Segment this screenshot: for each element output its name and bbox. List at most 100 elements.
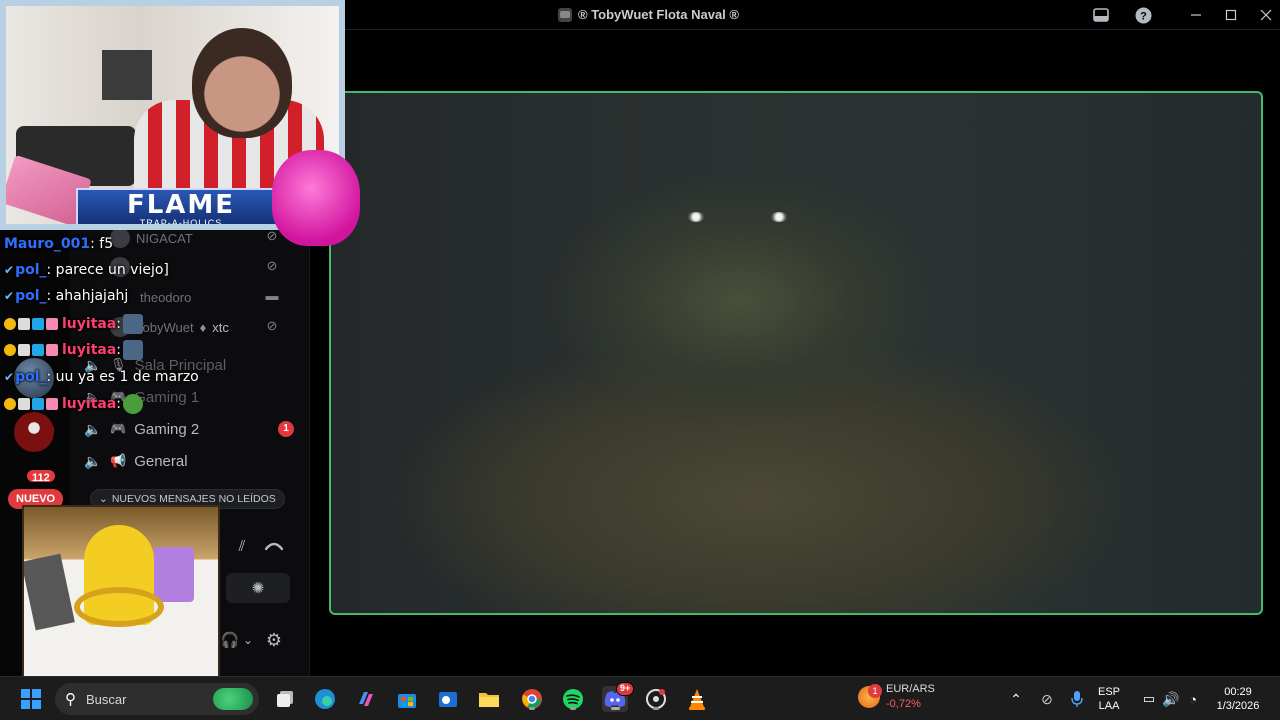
window-title-text: ® TobyWuet Flota Naval ® — [578, 7, 739, 22]
battery-icon[interactable]: ◔ — [1180, 686, 1206, 712]
stage-eye-right — [770, 212, 788, 222]
voice-user-name: xtc — [212, 319, 229, 335]
running-indicator — [570, 707, 576, 710]
chat-username: pol_ — [15, 369, 47, 385]
discord-notification-badge: 9+ — [616, 682, 635, 696]
speaker-icon: 🔈 — [84, 420, 102, 437]
task-view-icon[interactable] — [272, 686, 298, 712]
chat-message: luyitaa: — [4, 394, 143, 414]
badge-icon — [46, 344, 58, 356]
speaker-icon: 🔈 — [84, 452, 102, 469]
language-line1: ESP — [1098, 686, 1121, 698]
vlc-icon[interactable] — [684, 686, 710, 712]
store-icon[interactable] — [394, 686, 420, 712]
badge-icon — [32, 344, 44, 356]
verified-icon: ✔ — [4, 263, 15, 277]
stage-eye-left — [687, 212, 705, 222]
chat-username: Mauro_001 — [4, 236, 91, 252]
close-icon[interactable] — [1257, 6, 1275, 24]
outlook-icon[interactable] — [435, 686, 461, 712]
homer-overlay-image — [22, 505, 220, 681]
taskbar-search[interactable]: ⚲ Buscar — [55, 683, 259, 715]
inbox-icon[interactable] — [1092, 6, 1110, 24]
chat-separator: : — [116, 316, 121, 332]
badge-icon — [46, 398, 58, 410]
window-title: ® TobyWuet Flota Naval ® — [558, 7, 739, 22]
soundboard-icon[interactable]: ✺ — [226, 573, 290, 603]
voice-user-name: theodoro — [140, 289, 192, 305]
emote-icon — [123, 340, 143, 360]
mute-deafen-icon: ⊘ — [266, 258, 278, 273]
clock-date: 1/3/2026 — [1216, 700, 1260, 712]
sub-badge-icon — [4, 344, 16, 356]
chat-message: luyitaa: — [4, 314, 143, 334]
sub-badge-icon — [4, 318, 16, 330]
spotify-icon[interactable] — [560, 686, 586, 712]
clock-time: 00:29 — [1224, 686, 1252, 698]
windows-start-icon[interactable] — [18, 686, 44, 712]
homer-chain — [74, 587, 164, 627]
chat-message: luyitaa: — [4, 340, 143, 360]
flame-logo-text: FLAME — [126, 190, 236, 220]
chat-text: ahahjajahj — [51, 288, 129, 304]
channel-emoji: 📢 — [110, 453, 127, 468]
voice-user[interactable]: theodoro — [140, 285, 191, 309]
chat-message: ✔pol_: ahahjajahj — [4, 288, 128, 304]
language-line2: LAA — [1098, 700, 1120, 712]
chat-username: luyitaa — [62, 396, 117, 412]
clock[interactable]: 00:29 1/3/2026 — [1212, 685, 1264, 713]
minimize-icon[interactable] — [1187, 6, 1205, 24]
unread-badge: 1 — [278, 421, 294, 437]
obs-record-icon[interactable] — [643, 686, 669, 712]
sub-badge-icon — [4, 398, 16, 410]
channel-name: General — [134, 452, 188, 470]
channel-name: Gaming 1 — [134, 388, 200, 406]
chevron-up-icon[interactable]: ⌃ — [1003, 686, 1029, 712]
copilot-icon[interactable] — [353, 686, 379, 712]
edge-icon[interactable] — [312, 686, 338, 712]
voice-channel[interactable]: 🔈 📢 General — [80, 447, 302, 475]
frog-emote-icon — [123, 394, 143, 414]
file-explorer-icon[interactable] — [476, 686, 502, 712]
badge-icon — [18, 398, 30, 410]
search-highlight-icon — [213, 688, 253, 710]
currency-pair: EUR/ARS — [886, 683, 935, 695]
verified-icon: ✔ — [4, 370, 15, 384]
settings-gear-icon[interactable]: ⚙ — [258, 626, 290, 654]
flame-logo-subtext: TRAP-A-HOLICS — [139, 218, 223, 228]
voice-channel[interactable]: 🔈 🎮 Gaming 2 1 — [80, 415, 302, 443]
emote-icon — [123, 314, 143, 334]
chat-message: Mauro_001: f5 — [4, 236, 113, 252]
webcam-person-head — [192, 28, 292, 138]
help-icon[interactable]: ? — [1134, 6, 1152, 24]
chat-username: luyitaa — [62, 316, 117, 332]
noise-suppression-icon[interactable]: ⫽ — [226, 532, 258, 560]
taskbar: ⚲ Buscar 9+ 1 EUR/ARS -0,72% ⌃ ⊘ ESP LAA… — [0, 676, 1280, 720]
chat-badges — [4, 398, 58, 410]
video-stage[interactable] — [329, 91, 1263, 615]
chat-badges — [4, 344, 58, 356]
voice-user-name: NIGACAT — [136, 230, 193, 246]
running-indicator — [529, 707, 535, 710]
chrome-icon[interactable] — [519, 686, 545, 712]
pink-buddha-sticker — [272, 150, 360, 246]
chat-username: pol_ — [15, 288, 47, 304]
microphone-icon[interactable] — [1064, 686, 1090, 712]
server-avatar[interactable] — [14, 412, 54, 452]
maximize-icon[interactable] — [1222, 6, 1240, 24]
svg-text:?: ? — [1140, 10, 1147, 22]
language-indicator[interactable]: ESP LAA — [1098, 685, 1120, 713]
currency-widget[interactable]: 1 EUR/ARS -0,72% — [858, 682, 935, 712]
mic-off-tray-icon[interactable]: ⊘ — [1034, 686, 1060, 712]
server-mention-badge: 112 — [25, 468, 57, 484]
badge-icon — [32, 398, 44, 410]
badge-icon — [18, 344, 30, 356]
chat-username: pol_ — [15, 262, 47, 278]
title-bar: ® TobyWuet Flota Naval ® ? — [345, 0, 1280, 30]
currency-widget-icon: 1 — [858, 684, 882, 708]
nitro-icon: ♦ — [199, 319, 207, 335]
chat-text: f5 — [94, 236, 114, 252]
disconnect-icon[interactable] — [258, 532, 290, 560]
server-icon — [558, 7, 572, 22]
discord-icon[interactable]: 9+ — [602, 682, 635, 712]
